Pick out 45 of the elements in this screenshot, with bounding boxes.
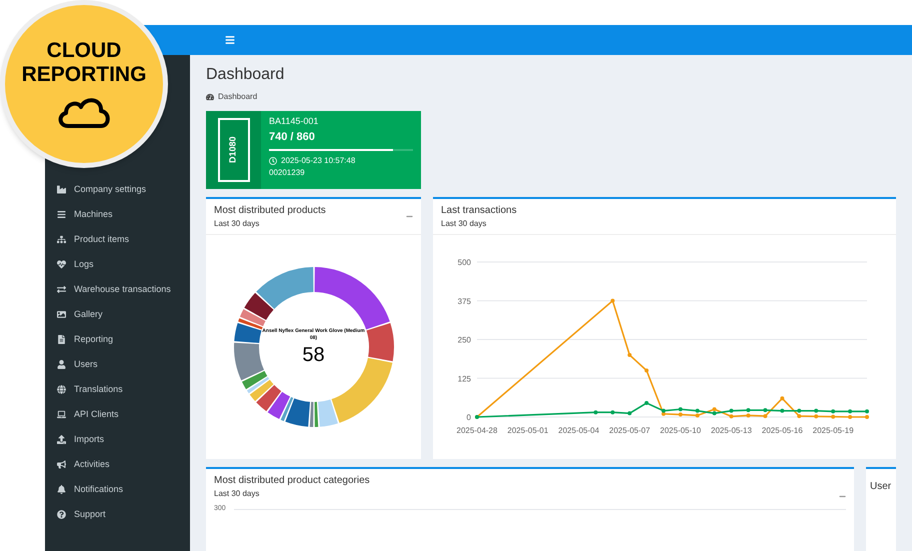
y-tick-label: 0 <box>466 413 471 422</box>
sidebar-item[interactable]: Company settings <box>45 180 190 198</box>
sidebar-item[interactable]: Logs <box>45 255 190 273</box>
sidebar-item[interactable]: Machines <box>45 205 190 223</box>
sidebar-item[interactable]: Product items <box>45 230 190 248</box>
badge-title: REPORTING <box>22 63 146 87</box>
machine-count: 740 / 860 <box>269 130 316 144</box>
card-title: User <box>870 481 892 492</box>
page-title: Dashboard <box>206 65 286 85</box>
machine-model: D1080 <box>226 136 239 164</box>
card-title: Most distributed product categories <box>214 474 370 488</box>
breadcrumb-link[interactable]: Dashboard <box>218 91 258 103</box>
card-subtitle: Last 30 days <box>441 218 488 230</box>
x-tick-label: 2025-05-04 <box>558 426 600 435</box>
sidebar-item[interactable]: Imports <box>45 430 190 448</box>
badge-title: CLOUD <box>46 39 122 63</box>
sidebar-item[interactable]: Warehouse transactions <box>45 280 190 298</box>
sidebar-item[interactable]: Reporting <box>45 330 190 348</box>
sidebar-item[interactable]: Activities <box>45 455 190 473</box>
sidebar-item[interactable]: API Clients <box>45 405 190 423</box>
machine-name: BA1145-001 <box>269 115 320 128</box>
sidebar-item[interactable]: Gallery <box>45 305 190 323</box>
machine-timestamp: 2025-05-23 10:57:48 <box>281 155 356 167</box>
x-tick-label: 2025-05-10 <box>660 426 701 435</box>
x-tick-label: 2025-05-07 <box>609 426 650 435</box>
machine-serial: 00201239 <box>269 167 306 179</box>
card-title: Last transactions <box>441 204 518 218</box>
y-tick-label: 375 <box>458 296 471 306</box>
card-subtitle: Last 30 days <box>214 218 260 230</box>
machine-card[interactable]: D1080 BA1145-001 740 / 860 2025-05-23 10:57:48 00201239 <box>206 111 421 189</box>
y-tick-label: 250 <box>458 336 471 344</box>
x-tick-label: 2025-05-01 <box>507 426 548 435</box>
y-tick-label: 500 <box>458 258 471 267</box>
sidebar-item[interactable]: Users <box>45 355 190 373</box>
card-title: Most distributed products <box>214 204 326 218</box>
donut-center-value: 58 <box>302 342 325 366</box>
x-tick-label: 2025-05-16 <box>762 426 803 435</box>
x-tick-label: 2025-04-28 <box>456 426 498 435</box>
y-tick-label: 125 <box>458 374 471 384</box>
x-tick-label: 2025-05-19 <box>812 426 854 435</box>
sidebar-item[interactable]: Notifications <box>45 480 190 498</box>
sidebar-item[interactable]: Translations <box>45 380 190 398</box>
card-subtitle: Last 30 days <box>214 488 260 500</box>
sidebar-item[interactable]: Support <box>45 505 190 523</box>
x-tick-label: 2025-05-13 <box>710 426 752 435</box>
